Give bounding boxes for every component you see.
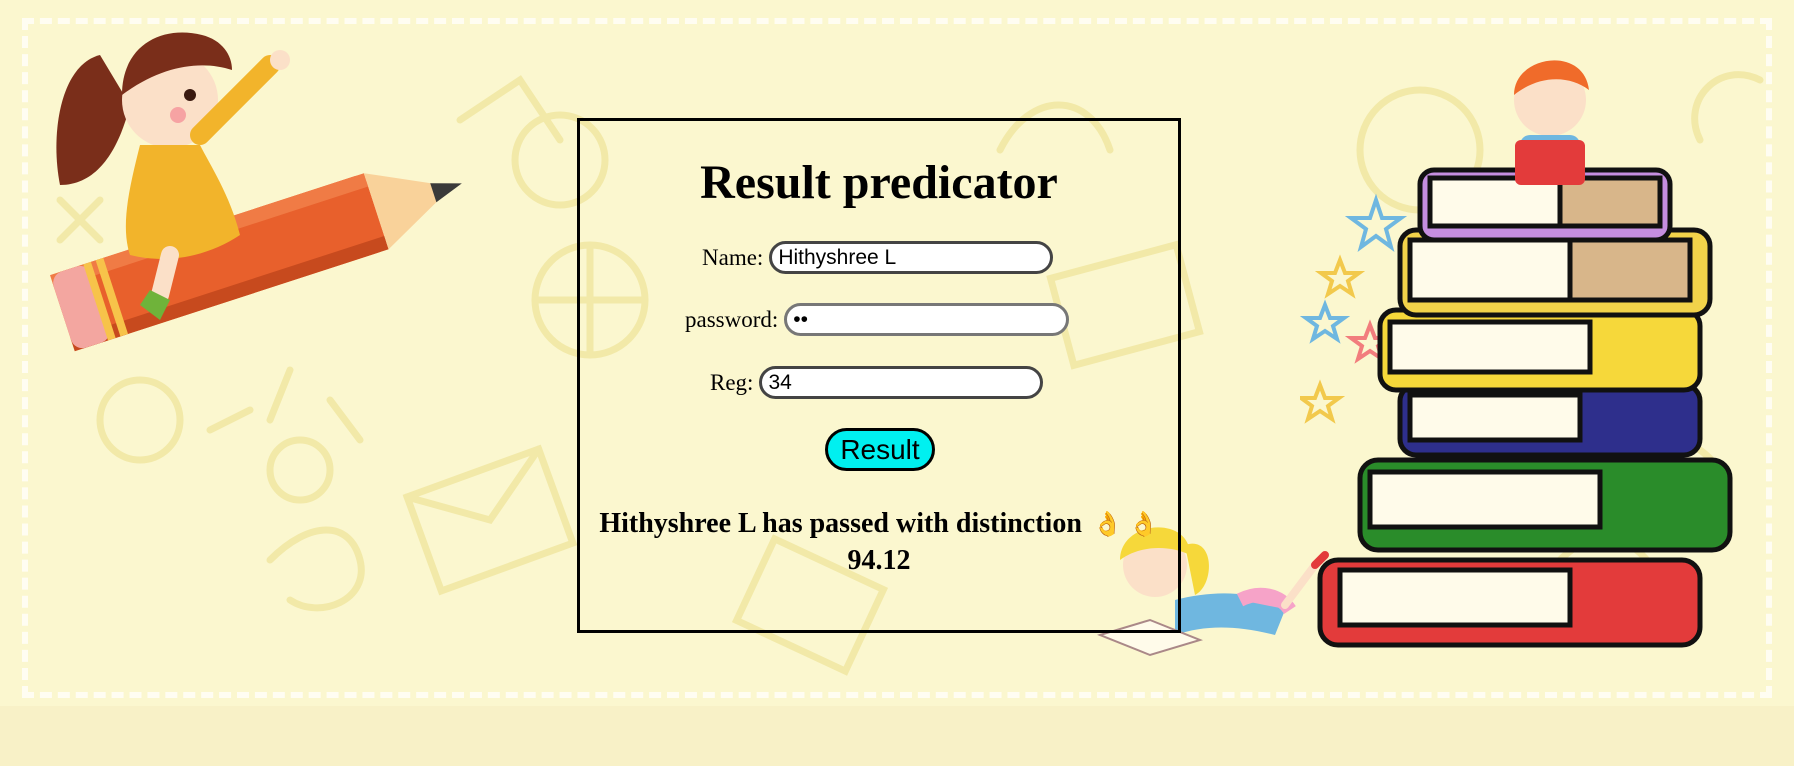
page-background: Result predicator Name: password: Reg: R…	[0, 0, 1794, 766]
result-button[interactable]: Result	[825, 428, 935, 471]
result-message: Hithyshree L has passed with distinction	[599, 508, 1082, 539]
reg-row: Reg:	[710, 366, 1044, 399]
pencil-girl-illustration	[50, 32, 462, 352]
reg-input[interactable]	[759, 366, 1044, 399]
name-row: Name:	[702, 241, 1054, 274]
page-title: Result predicator	[700, 156, 1058, 209]
result-form-card: Result predicator Name: password: Reg: R…	[577, 118, 1181, 633]
result-output: Hithyshree L has passed with distinction…	[580, 506, 1178, 578]
password-row: password:	[685, 303, 1070, 336]
reg-label: Reg:	[710, 369, 754, 395]
book-stack-illustration	[1300, 60, 1733, 648]
password-input[interactable]	[784, 303, 1070, 336]
name-input[interactable]	[769, 241, 1054, 274]
footer-band	[0, 706, 1794, 766]
ok-hand-icon: 👌 👌	[1092, 512, 1159, 538]
password-label: password:	[685, 306, 779, 332]
name-label: Name:	[702, 244, 764, 270]
result-score: 94.12	[847, 545, 911, 576]
